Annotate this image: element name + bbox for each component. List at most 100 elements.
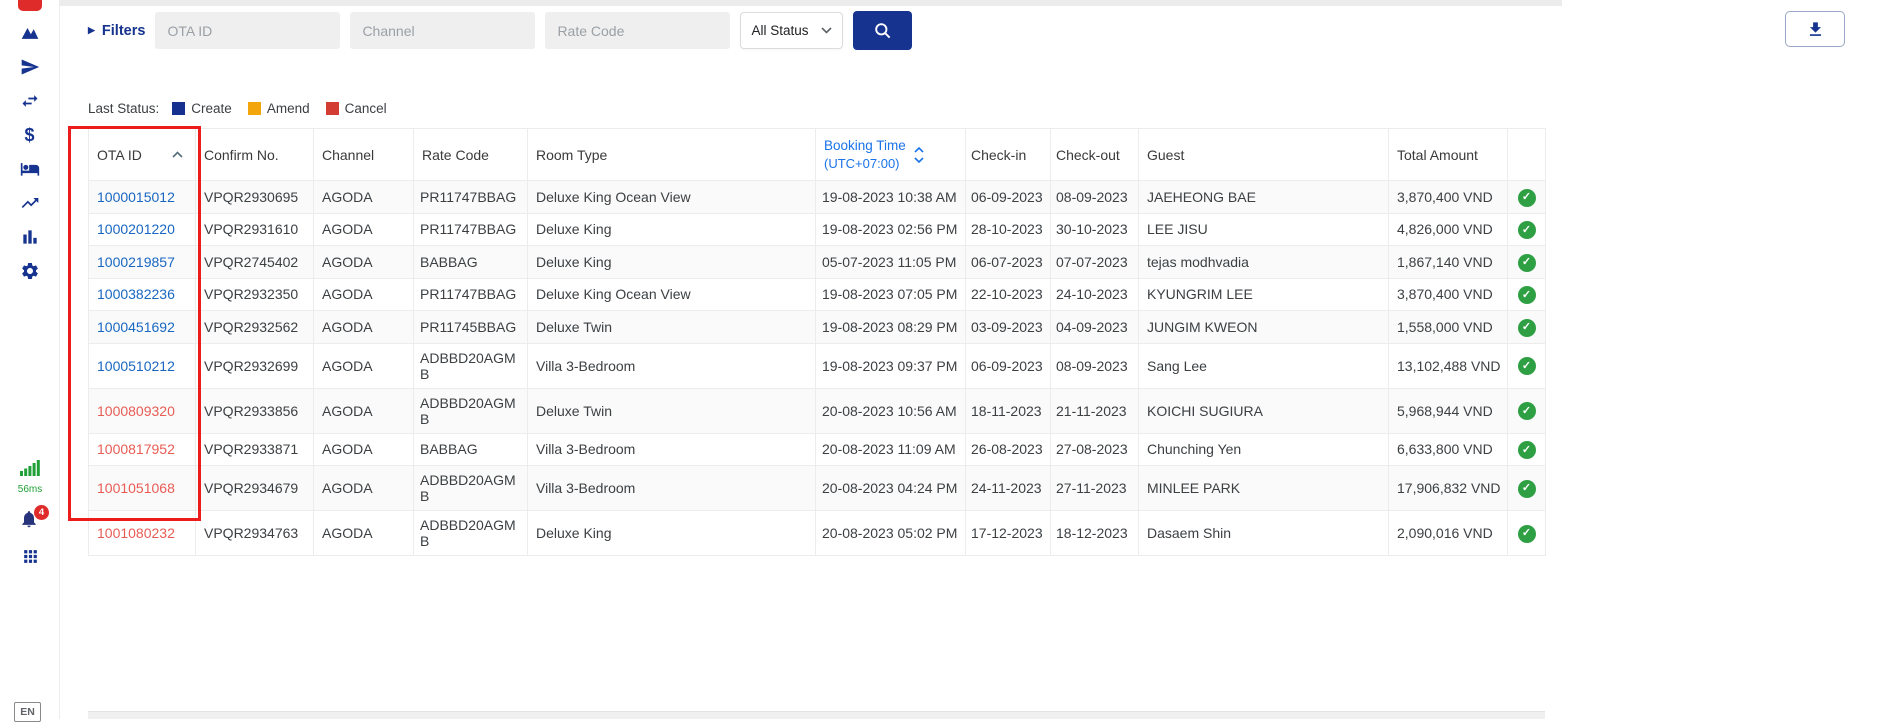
amend-color-swatch	[248, 102, 261, 115]
confirm-no-cell: VPQR2931610	[196, 213, 314, 246]
check-in-cell: 24-11-2023	[966, 466, 1051, 511]
confirm-no-cell: VPQR2932562	[196, 311, 314, 344]
booking-time-cell: 05-07-2023 11:05 PM	[816, 246, 966, 279]
channel-cell: AGODA	[314, 388, 414, 433]
table-row: 1000015012 VPQR2930695 AGODA PR11747BBAG…	[89, 181, 1546, 214]
latency-label: 56ms	[18, 484, 42, 495]
sidebar-status-cluster: 56ms 4	[0, 460, 60, 567]
ota-id-link[interactable]: 1000015012	[97, 189, 175, 205]
check-in-cell: 26-08-2023	[966, 433, 1051, 466]
total-amount-cell: 3,870,400 VND	[1389, 181, 1508, 214]
sort-asc-icon	[172, 151, 183, 158]
col-header-booking-time[interactable]: Booking Time (UTC+07:00)	[816, 129, 966, 181]
room-type-cell: Deluxe King	[528, 213, 816, 246]
language-toggle[interactable]: EN	[14, 702, 41, 722]
rate-code-cell: ADBBD20AGMB	[414, 343, 528, 388]
table-row: 1001080232 VPQR2934763 AGODA ADBBD20AGMB…	[89, 511, 1546, 556]
booking-time-cell: 20-08-2023 05:02 PM	[816, 511, 966, 556]
table-row: 1000201220 VPQR2931610 AGODA PR11747BBAG…	[89, 213, 1546, 246]
channel-cell: AGODA	[314, 466, 414, 511]
legend-label: Last Status:	[88, 101, 159, 116]
booking-time-cell: 19-08-2023 07:05 PM	[816, 278, 966, 311]
ota-id-link[interactable]: 1000219857	[97, 254, 175, 270]
room-type-cell: Villa 3-Bedroom	[528, 343, 816, 388]
trending-up-icon[interactable]	[12, 193, 48, 213]
apps-grid-icon[interactable]	[18, 547, 42, 567]
filters-toggle[interactable]: ▶ Filters	[88, 23, 145, 39]
col-header-check-out: Check-out	[1051, 129, 1139, 181]
room-type-cell: Deluxe King Ocean View	[528, 181, 816, 214]
total-amount-cell: 3,870,400 VND	[1389, 278, 1508, 311]
bar-chart-icon[interactable]	[12, 227, 48, 247]
channel-input[interactable]	[350, 12, 535, 49]
confirm-no-cell: VPQR2932699	[196, 343, 314, 388]
caret-right-icon: ▶	[88, 26, 95, 35]
room-type-cell: Deluxe Twin	[528, 388, 816, 433]
channel-cell: AGODA	[314, 343, 414, 388]
table-row: 1000809320 VPQR2933856 AGODA ADBBD20AGMB…	[89, 388, 1546, 433]
swap-arrows-icon[interactable]	[12, 91, 48, 111]
check-out-cell: 08-09-2023	[1051, 181, 1139, 214]
sidebar-nav: $	[0, 23, 59, 281]
ota-id-link[interactable]: 1001080232	[97, 525, 175, 541]
guest-cell: Sang Lee	[1139, 343, 1389, 388]
total-amount-cell: 6,633,800 VND	[1389, 433, 1508, 466]
legend-create-label: Create	[191, 101, 232, 116]
table-body: 1000015012 VPQR2930695 AGODA PR11747BBAG…	[89, 181, 1546, 556]
rate-code-cell: PR11747BBAG	[414, 213, 528, 246]
ota-id-link[interactable]: 1000510212	[97, 358, 175, 374]
rate-code-cell: BABBAG	[414, 246, 528, 279]
confirm-no-cell: VPQR2930695	[196, 181, 314, 214]
ota-id-link[interactable]: 1001051068	[97, 480, 175, 496]
rate-code-input[interactable]	[545, 12, 730, 49]
ota-id-link[interactable]: 1000382236	[97, 286, 175, 302]
status-select[interactable]: All Status	[740, 12, 843, 49]
rate-code-cell: BABBAG	[414, 433, 528, 466]
ota-id-link[interactable]: 1000809320	[97, 403, 175, 419]
total-amount-cell: 2,090,016 VND	[1389, 511, 1508, 556]
channel-cell: AGODA	[314, 511, 414, 556]
success-check-icon: ✓	[1518, 286, 1536, 304]
ota-id-input[interactable]	[155, 12, 340, 49]
col-header-ota-id[interactable]: OTA ID	[89, 129, 196, 181]
channel-cell: AGODA	[314, 278, 414, 311]
ota-id-link[interactable]: 1000201220	[97, 221, 175, 237]
room-type-cell: Villa 3-Bedroom	[528, 433, 816, 466]
filter-bar: ▶ Filters All Status	[88, 0, 1892, 50]
search-icon	[873, 21, 892, 40]
check-in-cell: 06-09-2023	[966, 343, 1051, 388]
channel-cell: AGODA	[314, 246, 414, 279]
channel-cell: AGODA	[314, 311, 414, 344]
app-logo[interactable]	[18, 0, 42, 11]
dollar-icon[interactable]: $	[12, 125, 48, 145]
download-button[interactable]	[1785, 11, 1845, 47]
legend-item-create: Create	[172, 101, 232, 116]
create-color-swatch	[172, 102, 185, 115]
booking-time-cell: 20-08-2023 11:09 AM	[816, 433, 966, 466]
total-amount-cell: 1,558,000 VND	[1389, 311, 1508, 344]
paper-plane-icon[interactable]	[12, 57, 48, 77]
guest-cell: Dasaem Shin	[1139, 511, 1389, 556]
area-chart-icon[interactable]	[12, 23, 48, 43]
notifications-bell-icon[interactable]: 4	[19, 509, 41, 531]
channel-cell: AGODA	[314, 433, 414, 466]
search-button[interactable]	[853, 11, 912, 50]
ota-id-link[interactable]: 1000817952	[97, 441, 175, 457]
guest-cell: JUNGIM KWEON	[1139, 311, 1389, 344]
bed-icon[interactable]	[12, 159, 48, 179]
table-row: 1000382236 VPQR2932350 AGODA PR11747BBAG…	[89, 278, 1546, 311]
filters-label: Filters	[102, 23, 146, 39]
legend-amend-label: Amend	[267, 101, 310, 116]
gear-icon[interactable]	[12, 261, 48, 281]
booking-time-cell: 20-08-2023 04:24 PM	[816, 466, 966, 511]
confirm-no-cell: VPQR2934679	[196, 466, 314, 511]
col-header-status	[1508, 129, 1546, 181]
booking-time-cell: 19-08-2023 10:38 AM	[816, 181, 966, 214]
check-in-cell: 17-12-2023	[966, 511, 1051, 556]
legend-item-cancel: Cancel	[326, 101, 387, 116]
table-row: 1000817952 VPQR2933871 AGODA BABBAG Vill…	[89, 433, 1546, 466]
guest-cell: KYUNGRIM LEE	[1139, 278, 1389, 311]
success-check-icon: ✓	[1518, 441, 1536, 459]
ota-id-link[interactable]: 1000451692	[97, 319, 175, 335]
guest-cell: KOICHI SUGIURA	[1139, 388, 1389, 433]
